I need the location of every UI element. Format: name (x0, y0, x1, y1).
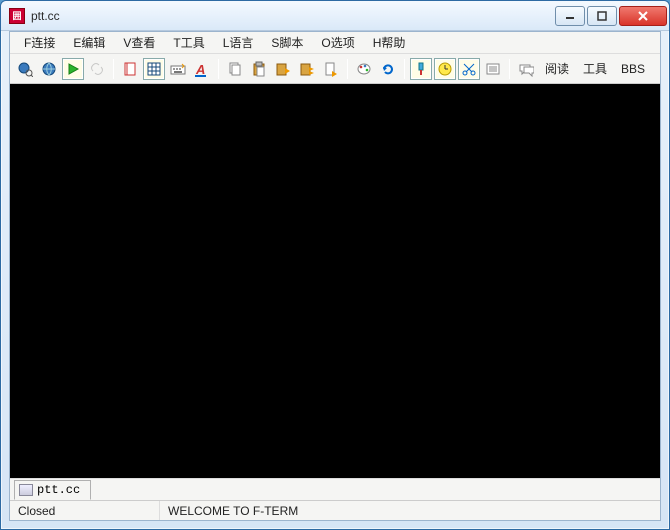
booklet-icon[interactable] (119, 58, 141, 80)
grid-icon[interactable] (143, 58, 165, 80)
globe-search-icon[interactable] (14, 58, 36, 80)
separator (404, 59, 405, 79)
menu-help[interactable]: H帮助 (365, 32, 414, 53)
globe-icon[interactable] (38, 58, 60, 80)
svg-text:A: A (195, 62, 205, 77)
palette-icon[interactable] (353, 58, 375, 80)
toolbar-text-bbs[interactable]: BBS (615, 62, 651, 76)
app-window: 囲 ptt.cc F连接 E编辑 V查看 T工具 L语言 S脚本 O选项 H帮助 (0, 0, 670, 530)
menu-view[interactable]: V查看 (115, 32, 163, 53)
tab-label: ptt.cc (37, 483, 80, 497)
separator (347, 59, 348, 79)
menubar: F连接 E编辑 V查看 T工具 L语言 S脚本 O选项 H帮助 (10, 32, 660, 54)
paste-file-icon[interactable] (320, 58, 342, 80)
paste-special-icon[interactable] (296, 58, 318, 80)
font-icon[interactable]: A (191, 58, 213, 80)
maximize-button[interactable] (587, 6, 617, 26)
menu-script[interactable]: S脚本 (263, 32, 311, 53)
titlebar[interactable]: 囲 ptt.cc (1, 1, 669, 31)
menu-language[interactable]: L语言 (215, 32, 262, 53)
pin-icon[interactable] (410, 58, 432, 80)
clock-icon[interactable] (434, 58, 456, 80)
chat-icon[interactable] (515, 58, 537, 80)
copy-icon[interactable] (224, 58, 246, 80)
minimize-button[interactable] (555, 6, 585, 26)
statusbar: Closed WELCOME TO F-TERM (10, 500, 660, 520)
status-state: Closed (10, 501, 160, 520)
toolbar-text-tools[interactable]: 工具 (577, 60, 613, 77)
paste-icon[interactable] (248, 58, 270, 80)
session-tab[interactable]: ptt.cc (14, 480, 91, 500)
terminal-view[interactable] (10, 84, 660, 478)
separator (113, 59, 114, 79)
status-message: WELCOME TO F-TERM (160, 501, 306, 520)
monitor-icon (19, 484, 33, 496)
menu-connect[interactable]: F连接 (16, 32, 63, 53)
toolbar: A 阅读 工具 BBS (10, 54, 660, 84)
tabbar: ptt.cc (10, 478, 660, 500)
separator (218, 59, 219, 79)
separator (509, 59, 510, 79)
play-button[interactable] (62, 58, 84, 80)
keyboard-icon[interactable] (167, 58, 189, 80)
link-icon (86, 58, 108, 80)
app-icon: 囲 (9, 8, 25, 24)
menu-tools[interactable]: T工具 (165, 32, 212, 53)
client-area: F连接 E编辑 V查看 T工具 L语言 S脚本 O选项 H帮助 A (9, 31, 661, 521)
window-title: ptt.cc (31, 9, 555, 23)
window-controls (555, 6, 667, 26)
refresh-icon[interactable] (377, 58, 399, 80)
scissors-icon[interactable] (458, 58, 480, 80)
toolbar-text-read[interactable]: 阅读 (539, 60, 575, 77)
paste-arrow-icon[interactable] (272, 58, 294, 80)
menu-edit[interactable]: E编辑 (65, 32, 113, 53)
close-button[interactable] (619, 6, 667, 26)
menu-options[interactable]: O选项 (313, 32, 362, 53)
list-icon[interactable] (482, 58, 504, 80)
